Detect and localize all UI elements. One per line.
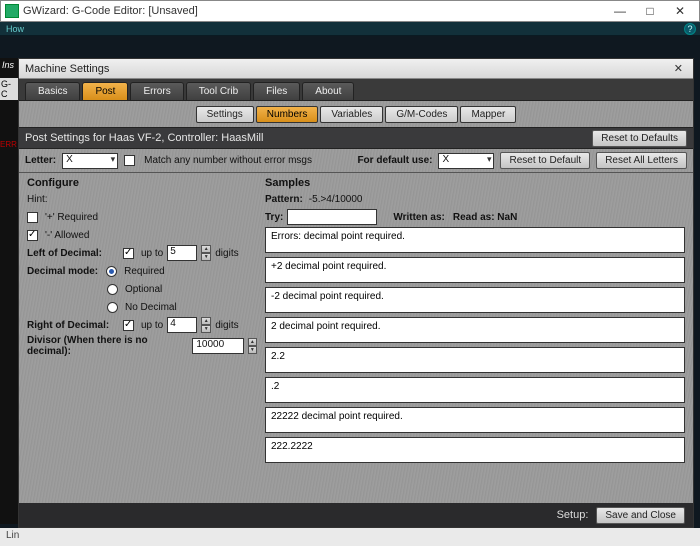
background-toolbar: How ? — [0, 22, 700, 36]
post-header-bar: Post Settings for Haas VF-2, Controller:… — [19, 127, 693, 149]
subtab-settings[interactable]: Settings — [196, 106, 254, 123]
background-left-strip: Ins G-C ERR — [0, 58, 18, 524]
match-any-label: Match any number without error msgs — [144, 155, 312, 166]
left-digits-input[interactable]: 5 — [167, 245, 197, 261]
sample-row: +2 decimal point required. — [265, 257, 685, 283]
reset-all-letters-button[interactable]: Reset All Letters — [596, 152, 687, 169]
bg-lin: Lin — [6, 530, 19, 541]
setup-label: Setup: — [557, 509, 589, 521]
close-window-button[interactable]: ✕ — [665, 1, 695, 21]
tab-toolcrib[interactable]: Tool Crib — [186, 82, 251, 100]
sample-row: Errors: decimal point required. — [265, 227, 685, 253]
match-any-checkbox[interactable] — [124, 155, 135, 166]
reset-to-default-button[interactable]: Reset to Default — [500, 152, 590, 169]
sample-row: .2 — [265, 377, 685, 403]
subtab-gmcodes[interactable]: G/M-Codes — [385, 106, 458, 123]
samples-title: Samples — [265, 177, 685, 189]
minimize-button[interactable]: — — [605, 1, 635, 21]
letter-select[interactable]: X — [62, 153, 118, 169]
bg-how: How — [6, 24, 24, 34]
window-titlebar: GWizard: G-Code Editor: [Unsaved] — □ ✕ — [0, 0, 700, 22]
subtab-variables[interactable]: Variables — [320, 106, 383, 123]
plus-required-label: '+' Required — [45, 212, 98, 223]
divisor-input[interactable]: 10000 — [192, 338, 243, 354]
left-of-decimal-label: Left of Decimal: — [27, 248, 119, 259]
bg-err: ERR — [0, 140, 18, 149]
help-icon[interactable]: ? — [684, 23, 696, 35]
right-digits-spinner[interactable]: ▲▼ — [201, 317, 211, 333]
left-upto-label: up to — [141, 248, 163, 259]
bg-gc: G-C — [0, 78, 18, 100]
machine-settings-dialog: Machine Settings ✕ Basics Post Errors To… — [18, 58, 694, 528]
default-use-label: For default use: — [357, 155, 432, 166]
configure-title: Configure — [27, 177, 257, 189]
hint-label: Hint: — [27, 194, 48, 205]
divisor-spinner[interactable]: ▲▼ — [248, 338, 257, 354]
tab-about[interactable]: About — [302, 82, 354, 100]
body-area: Configure Hint: '+' Required '-' Allowed… — [19, 173, 693, 503]
dec-none-radio[interactable] — [107, 302, 118, 313]
maximize-button[interactable]: □ — [635, 1, 665, 21]
tab-basics[interactable]: Basics — [25, 82, 80, 100]
samples-panel: Samples Pattern: -5.>4/10000 Try: Writte… — [265, 173, 693, 503]
subtab-numbers[interactable]: Numbers — [256, 106, 319, 123]
letter-controls: Letter: X Match any number without error… — [19, 149, 693, 173]
pattern-label: Pattern: — [265, 194, 303, 205]
default-use-select[interactable]: X — [438, 153, 494, 169]
background-statusbar: Lin — [0, 528, 700, 546]
right-upto-checkbox[interactable] — [123, 320, 134, 331]
dialog-close-button[interactable]: ✕ — [670, 62, 687, 75]
tab-errors[interactable]: Errors — [130, 82, 183, 100]
dec-optional-radio[interactable] — [107, 284, 118, 295]
sample-row: 222.2222 — [265, 437, 685, 463]
decimal-mode-label: Decimal mode: — [27, 266, 98, 277]
save-and-close-button[interactable]: Save and Close — [596, 507, 685, 524]
subtab-mapper[interactable]: Mapper — [460, 106, 516, 123]
dialog-footer: Setup: Save and Close — [19, 503, 693, 527]
tab-files[interactable]: Files — [253, 82, 300, 100]
app-icon — [5, 4, 19, 18]
sub-tabs: Settings Numbers Variables G/M-Codes Map… — [19, 101, 693, 127]
post-header-label: Post Settings for Haas VF-2, Controller:… — [25, 132, 263, 144]
sample-row: 2 decimal point required. — [265, 317, 685, 343]
hint-row: Hint: — [27, 191, 257, 207]
written-as-label: Written as: — [393, 212, 445, 223]
window-title: GWizard: G-Code Editor: [Unsaved] — [23, 5, 198, 17]
dash-allowed-label: '-' Allowed — [45, 230, 89, 241]
pattern-value: -5.>4/10000 — [309, 194, 363, 205]
right-digits-unit: digits — [215, 320, 238, 331]
configure-panel: Configure Hint: '+' Required '-' Allowed… — [19, 173, 265, 503]
main-tabs: Basics Post Errors Tool Crib Files About — [19, 79, 693, 101]
letter-label: Letter: — [25, 155, 56, 166]
dec-optional-label: Optional — [125, 284, 162, 295]
dialog-title: Machine Settings — [25, 63, 109, 75]
left-digits-spinner[interactable]: ▲▼ — [201, 245, 211, 261]
plus-required-checkbox[interactable] — [27, 212, 38, 223]
divisor-label: Divisor (When there is no decimal): — [27, 335, 184, 357]
read-as-label: Read as: NaN — [453, 212, 517, 223]
right-upto-label: up to — [141, 320, 163, 331]
right-of-decimal-label: Right of Decimal: — [27, 320, 119, 331]
tab-post[interactable]: Post — [82, 82, 128, 100]
dash-allowed-checkbox[interactable] — [27, 230, 38, 241]
try-label: Try: — [265, 212, 283, 223]
sample-row: 22222 decimal point required. — [265, 407, 685, 433]
dec-required-label: Required — [124, 266, 165, 277]
left-digits-unit: digits — [215, 248, 238, 259]
sample-row: -2 decimal point required. — [265, 287, 685, 313]
dec-none-label: No Decimal — [125, 302, 177, 313]
dialog-titlebar[interactable]: Machine Settings ✕ — [19, 59, 693, 79]
dec-required-radio[interactable] — [106, 266, 117, 277]
bg-ins: Ins — [0, 58, 18, 72]
sample-row: 2.2 — [265, 347, 685, 373]
left-upto-checkbox[interactable] — [123, 248, 134, 259]
try-input[interactable] — [287, 209, 377, 225]
right-digits-input[interactable]: 4 — [167, 317, 197, 333]
reset-to-defaults-button[interactable]: Reset to Defaults — [592, 130, 687, 147]
